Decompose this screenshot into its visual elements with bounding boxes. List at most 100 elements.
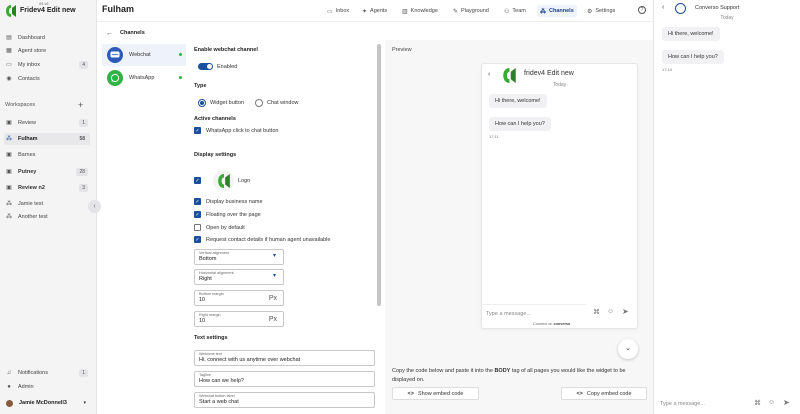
vertical-alignment-select[interactable]: Vertical alignment Bottom ▾: [194, 249, 284, 265]
right-margin-input[interactable]: Right margin 10 Px: [194, 311, 284, 327]
inbox-icon: ▭: [6, 62, 12, 68]
workspace-item-another-test[interactable]: ⁂ Another test: [4, 211, 90, 223]
text-settings-heading: Text settings: [194, 335, 228, 341]
chart-icon: ▤: [6, 35, 12, 41]
paperclip-icon[interactable]: ⌘: [754, 399, 761, 407]
tab-inbox[interactable]: ▭ Inbox: [324, 5, 352, 17]
workspace-icon: ▣: [6, 185, 12, 191]
workspace-item-barnes[interactable]: ▣ Barnes: [4, 149, 90, 161]
bottom-margin-input[interactable]: Bottom margin 10 Px: [194, 290, 284, 306]
open-by-default-checkbox[interactable]: Open by default: [194, 224, 245, 231]
checkbox-checked-icon: ✓: [194, 127, 201, 134]
horizontal-alignment-select[interactable]: Horizontal alignment Right ▾: [194, 269, 284, 285]
user-menu[interactable]: Jamie McDonnell3 ▾: [4, 397, 90, 409]
inbox-icon: ▭: [327, 8, 333, 15]
enable-webchat-heading: Enable webchat channel: [194, 47, 258, 53]
bell-icon: ♫: [6, 370, 12, 376]
message-bubble: How can I help you?: [489, 117, 551, 131]
channel-item-whatsapp[interactable]: WhatsApp: [102, 67, 186, 89]
emoji-icon[interactable]: ☺: [607, 308, 614, 315]
workspace-item-review[interactable]: ▣ Review 1: [4, 117, 90, 129]
day-separator: Today: [552, 82, 567, 88]
radio-widget-button[interactable]: Widget button: [198, 99, 244, 107]
support-message-input[interactable]: Type a message...: [654, 392, 750, 414]
preview-heading: Preview: [392, 47, 412, 53]
message-input[interactable]: Type a message...: [483, 304, 586, 322]
type-heading: Type: [194, 83, 207, 89]
show-embed-code-button[interactable]: <> Show embed code: [392, 387, 479, 400]
sidebar-item-admin[interactable]: ● Admin: [4, 381, 90, 393]
tagline-input[interactable]: Tagline How can we help?: [194, 371, 375, 387]
tab-knowledge[interactable]: ▥ Knowledge: [399, 5, 441, 17]
copy-embed-code-button[interactable]: <> Copy embed code: [561, 387, 647, 400]
checkbox-checked-icon: ✓: [194, 198, 201, 205]
whatsapp-button-checkbox[interactable]: ✓ WhatsApp click to chat button: [194, 127, 278, 134]
inbox-count-badge: 4: [79, 61, 88, 69]
radio-checked-icon: [198, 99, 206, 107]
send-icon[interactable]: ➤: [622, 307, 629, 316]
message-bubble: How can I help you?: [662, 50, 724, 64]
tab-agents[interactable]: ✦ Agents: [359, 5, 390, 17]
send-icon[interactable]: ➤: [783, 398, 790, 407]
app-title: Fridev4 Edit new: [20, 7, 76, 14]
clock: 09:16: [39, 2, 49, 6]
network-icon: ⁂: [6, 214, 12, 220]
toggle-switch[interactable]: [198, 63, 213, 70]
agents-icon: ✦: [362, 8, 368, 15]
message-bubble: Hi there, welcome!: [489, 94, 547, 108]
status-dot: [179, 53, 182, 56]
gear-icon: ⚙: [587, 8, 593, 15]
team-icon: ⚇: [504, 8, 510, 15]
sidebar-item-contacts[interactable]: ◉ Contacts: [4, 73, 90, 85]
back-arrow-icon[interactable]: ‹: [488, 71, 490, 78]
floating-checkbox[interactable]: ✓ Floating over the page: [194, 211, 261, 218]
person-icon: ●: [7, 384, 11, 390]
channel-item-webchat[interactable]: Webchat: [102, 44, 186, 66]
checkbox-checked-icon: ✓: [194, 177, 201, 184]
settings-scrollbar[interactable]: [377, 44, 381, 306]
webchat-icon: [107, 47, 123, 63]
checkbox-checked-icon: ✓: [194, 211, 201, 218]
top-bar: Fulham ▭ Inbox ✦ Agents ▥ Knowledge ✎ Playgr…: [97, 0, 653, 22]
tab-playground[interactable]: ✎ Playground: [450, 5, 492, 17]
help-icon[interactable]: ?: [638, 6, 646, 14]
message-timestamp: 17:10: [662, 67, 673, 72]
checkbox-checked-icon: ✓: [194, 236, 201, 243]
code-icon: <>: [576, 390, 583, 397]
logo-checkbox[interactable]: ✓ Logo: [194, 170, 250, 191]
tab-channels[interactable]: ⁂ Channels: [537, 5, 577, 17]
radio-unchecked-icon: [255, 99, 263, 107]
message-timestamp: 17:11: [489, 134, 499, 139]
page-title: Fulham: [102, 4, 135, 14]
channels-breadcrumb: Channels: [120, 30, 145, 36]
back-arrow-icon[interactable]: ‹: [662, 4, 664, 11]
add-workspace-icon[interactable]: +: [78, 100, 83, 110]
playground-icon: ✎: [453, 8, 459, 15]
welcome-text-input[interactable]: Welcome text Hi, connect with us anytime…: [194, 350, 375, 366]
workspace-icon: ▣: [6, 169, 12, 175]
avatar: [6, 399, 13, 407]
paperclip-icon[interactable]: ⌘: [593, 308, 600, 316]
sidebar-item-agent-store[interactable]: ▦ Agent store: [4, 45, 90, 57]
sidebar-item-notifications[interactable]: ♫ Notifications 1: [4, 367, 90, 379]
tab-team[interactable]: ⚇ Team: [501, 5, 529, 17]
chevron-down-icon: ▾: [83, 400, 86, 406]
back-arrow-icon[interactable]: ←: [106, 30, 113, 37]
button-label-input[interactable]: Webchat button label Start a web chat: [194, 392, 375, 408]
enabled-toggle[interactable]: Enabled: [198, 63, 237, 70]
store-icon: ▦: [6, 48, 12, 54]
sidebar-item-dashboard[interactable]: ▤ Dashboard: [4, 32, 90, 44]
workspace-item-jamie-test[interactable]: ⁂ Jamie test: [4, 198, 90, 210]
radio-chat-window[interactable]: Chat window: [255, 99, 299, 107]
workspace-item-putney[interactable]: ▣ Putney 28: [4, 166, 90, 178]
display-business-name-checkbox[interactable]: ✓ Display business name: [194, 198, 263, 205]
widget-launcher-button[interactable]: ⌄: [618, 339, 638, 359]
workspace-item-review-n2[interactable]: ▣ Review n2 3: [4, 182, 90, 194]
sidebar-item-my-inbox[interactable]: ▭ My inbox 4: [4, 59, 90, 71]
workspace-item-fulham[interactable]: ⁂ Fulham 58: [4, 133, 90, 145]
emoji-icon[interactable]: ☺: [768, 399, 775, 406]
checkbox-unchecked-icon: [194, 224, 201, 231]
tab-settings[interactable]: ⚙ Settings: [584, 5, 618, 17]
request-contact-checkbox[interactable]: ✓ Request contact details if human agent …: [194, 236, 330, 243]
collapse-sidebar-button[interactable]: ‹: [88, 200, 101, 213]
